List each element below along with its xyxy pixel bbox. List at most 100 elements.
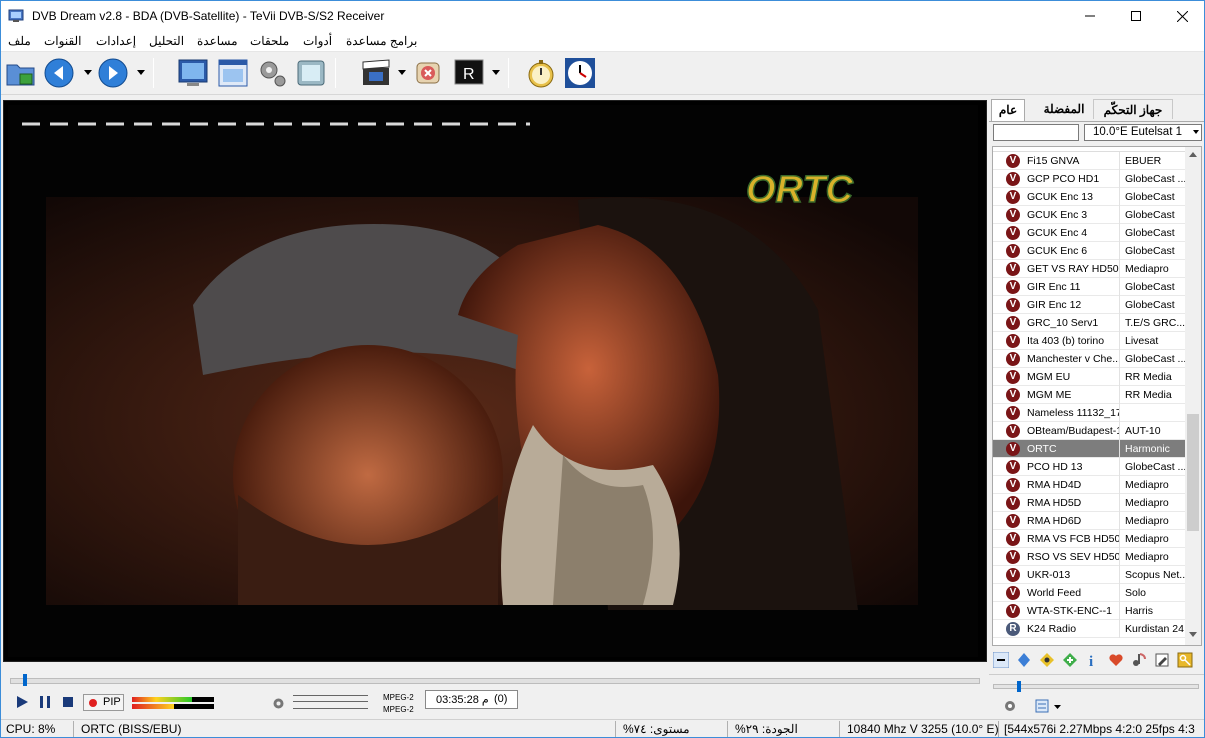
channel-row[interactable]: V GCUK Enc 4 GlobeCast — [993, 224, 1187, 242]
seek-thumb[interactable] — [23, 674, 27, 686]
menu-file[interactable]: ملف — [8, 34, 31, 48]
close-button[interactable] — [1159, 1, 1204, 31]
channel-row[interactable]: V RMA VS FCB HD50 Mediapro — [993, 530, 1187, 548]
edit-icon[interactable] — [1154, 652, 1170, 668]
open-folder-icon[interactable] — [5, 57, 37, 89]
menu-channels[interactable]: القنوات — [44, 34, 82, 48]
favorite-icon[interactable] — [1108, 652, 1124, 668]
satellite-select[interactable]: 10.0°E Eutelsat 1 — [1084, 124, 1202, 141]
menu-plugins[interactable]: ملحقات — [250, 34, 289, 48]
back-dropdown-icon[interactable] — [84, 70, 92, 76]
timer-icon[interactable] — [525, 57, 557, 89]
channel-provider: Kurdistan 24 — [1125, 623, 1184, 635]
collapse-icon[interactable] — [993, 652, 1009, 668]
channel-row[interactable]: V RSO VS SEV HD50 Mediapro — [993, 548, 1187, 566]
stop-icon[interactable] — [60, 694, 76, 710]
record-icon[interactable]: R — [453, 57, 485, 89]
scrollbar-thumb[interactable] — [1187, 414, 1199, 531]
play-icon[interactable] — [14, 694, 30, 710]
channel-row[interactable]: V GIR Enc 12 GlobeCast — [993, 296, 1187, 314]
menu-help[interactable]: مساعدة — [197, 34, 238, 48]
channel-row[interactable]: V Ita 403 (b) torino Livesat — [993, 332, 1187, 350]
channel-row[interactable]: V RMA HD5D Mediapro — [993, 494, 1187, 512]
clapboard-dropdown-icon[interactable] — [398, 70, 406, 76]
channel-row[interactable]: V GRC_10 Serv1 T.E/S GRC... — [993, 314, 1187, 332]
seek-bar[interactable] — [10, 678, 980, 684]
search-icon[interactable] — [1039, 652, 1055, 668]
stop-record-icon[interactable] — [413, 57, 445, 89]
epg-clock-icon[interactable] — [564, 57, 596, 89]
panel-slider-thumb[interactable] — [1017, 681, 1021, 692]
volume-icon[interactable] — [272, 697, 285, 710]
channel-provider: T.E/S GRC... — [1125, 317, 1186, 329]
tab-general[interactable]: عام — [991, 99, 1025, 121]
channel-row[interactable]: V Fi15 GNVA EBUER — [993, 152, 1187, 170]
clapboard-icon[interactable] — [360, 57, 392, 89]
channel-row[interactable]: V MGM EU RR Media — [993, 368, 1187, 386]
menu-utilities[interactable]: برامج مساعدة — [346, 34, 417, 48]
tv-channel-icon: V — [1006, 172, 1020, 186]
channel-row[interactable]: V ORTC Harmonic — [993, 440, 1187, 458]
list-view-icon[interactable] — [1035, 699, 1049, 713]
channel-row[interactable]: V RMA HD6D Mediapro — [993, 512, 1187, 530]
list-view-dropdown-icon[interactable] — [1054, 705, 1061, 710]
channel-row[interactable]: V GCUK Enc 13 GlobeCast — [993, 188, 1187, 206]
panel-slider[interactable] — [993, 684, 1199, 689]
channel-row[interactable]: V GIR Enc 11 GlobeCast — [993, 278, 1187, 296]
video-display[interactable]: ORTC — [8, 105, 978, 657]
info-icon[interactable]: i — [1085, 652, 1101, 668]
tab-favorites[interactable]: المفضلة — [1041, 99, 1087, 119]
pip-button[interactable]: PIP — [83, 694, 124, 711]
channel-row[interactable]: V GET VS RAY HD50 Mediapro — [993, 260, 1187, 278]
screen-icon[interactable] — [177, 57, 209, 89]
record-dropdown-icon[interactable] — [492, 70, 500, 76]
forward-dropdown-icon[interactable] — [137, 70, 145, 76]
sort-icon[interactable] — [1016, 652, 1032, 668]
minimize-button[interactable] — [1067, 1, 1113, 31]
channel-row[interactable]: V GCUK Enc 3 GlobeCast — [993, 206, 1187, 224]
menu-tools[interactable]: أدوات — [303, 34, 332, 48]
channel-name: RMA HD5D — [1027, 497, 1082, 509]
forward-icon[interactable] — [97, 57, 129, 89]
window-icon[interactable] — [217, 57, 249, 89]
refresh-icon[interactable] — [1062, 652, 1078, 668]
channel-row[interactable]: V World Feed Solo — [993, 584, 1187, 602]
snapshot-icon[interactable] — [295, 57, 327, 89]
scroll-up-icon[interactable] — [1189, 152, 1197, 157]
channel-provider: Mediapro — [1125, 497, 1169, 509]
back-icon[interactable] — [43, 57, 75, 89]
channel-filter-input[interactable] — [993, 124, 1079, 141]
channel-row[interactable]: V GCP PCO HD1 GlobeCast ... — [993, 170, 1187, 188]
pause-icon[interactable] — [37, 694, 53, 710]
channel-row[interactable]: V UKR-013 Scopus Net... — [993, 566, 1187, 584]
channel-row[interactable]: V GCUK Enc 6 GlobeCast — [993, 242, 1187, 260]
channel-list-scrollbar[interactable] — [1185, 147, 1201, 645]
menu-settings[interactable]: إعدادات — [96, 34, 136, 48]
channel-provider: Harmonic — [1125, 443, 1170, 455]
channel-provider: Mediapro — [1125, 479, 1169, 491]
channel-name: K24 Radio — [1027, 623, 1077, 635]
key-icon[interactable] — [1177, 652, 1193, 668]
channel-name: Fi15 GNVA — [1027, 155, 1080, 167]
volume-slider[interactable] — [293, 695, 368, 709]
channel-provider: GlobeCast ... — [1125, 461, 1187, 473]
channel-row[interactable]: V MGM ME RR Media — [993, 386, 1187, 404]
maximize-button[interactable] — [1113, 1, 1159, 31]
channel-row[interactable]: V PCO HD 13 GlobeCast ... — [993, 458, 1187, 476]
settings-gears-icon[interactable] — [256, 57, 288, 89]
channel-row[interactable]: V Manchester v Che... GlobeCast ... — [993, 350, 1187, 368]
channel-list[interactable]: V Fi15 GNVA EBUER V GCP PCO HD1 GlobeCast ...… — [992, 146, 1202, 646]
channel-row[interactable]: V OBteam/Budapest-1 AUT-10 — [993, 422, 1187, 440]
scroll-down-icon[interactable] — [1189, 632, 1197, 637]
channel-name: UKR-013 — [1027, 569, 1071, 581]
audio-icon[interactable] — [1131, 652, 1147, 668]
channel-row[interactable]: V RMA HD4D Mediapro — [993, 476, 1187, 494]
tab-device[interactable]: جهاز التحكّم — [1093, 99, 1173, 119]
mute-icon[interactable] — [1003, 699, 1017, 713]
channel-row[interactable]: R K24 Radio Kurdistan 24 — [993, 620, 1187, 638]
channel-row[interactable]: V WTA-STK-ENC--1 Harris — [993, 602, 1187, 620]
channel-row[interactable]: V Nameless 11132_17 — [993, 404, 1187, 422]
tv-channel-icon: V — [1006, 190, 1020, 204]
menu-analysis[interactable]: التحليل — [149, 34, 184, 48]
channel-name: GIR Enc 11 — [1027, 281, 1081, 293]
